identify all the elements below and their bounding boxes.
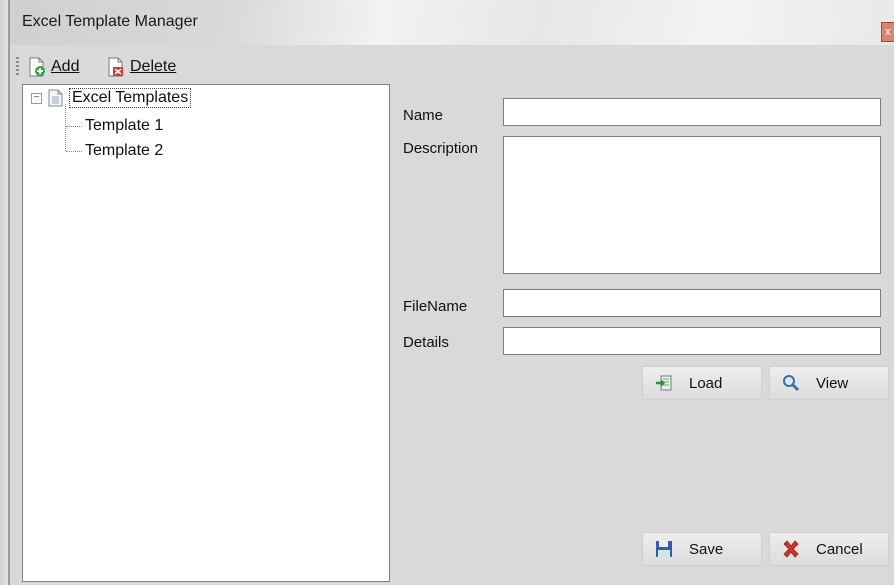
description-field[interactable] <box>503 136 881 274</box>
filename-label: FileName <box>403 298 468 315</box>
window-title: Excel Template Manager <box>22 13 198 30</box>
cancel-button-label: Cancel <box>816 540 863 558</box>
delete-document-icon <box>108 57 123 77</box>
details-label: Details <box>403 334 449 351</box>
tree-connector <box>66 151 82 152</box>
filename-field[interactable] <box>503 289 881 317</box>
add-document-icon <box>29 57 45 77</box>
collapse-toggle[interactable]: − <box>31 92 42 104</box>
delete-button-label: Delete <box>130 58 177 75</box>
tree-root-node[interactable]: − Excel Templates <box>31 88 192 108</box>
name-label: Name <box>403 107 444 124</box>
magnifier-icon <box>783 375 800 392</box>
delete-button[interactable]: Delete <box>107 56 176 78</box>
window-border <box>8 0 10 585</box>
window-left-edge <box>0 0 8 585</box>
title-bar: Excel Template Manager x <box>10 0 894 45</box>
tree-item-template-2[interactable]: Template 2 <box>85 142 163 160</box>
add-button[interactable]: Add <box>28 56 79 78</box>
load-button[interactable]: Load <box>642 366 762 400</box>
cancel-button[interactable]: Cancel <box>769 532 889 566</box>
name-field[interactable] <box>503 98 881 126</box>
floppy-disk-icon <box>656 541 672 557</box>
tree-item-template-1[interactable]: Template 1 <box>85 117 163 135</box>
add-button-label: Add <box>51 58 80 75</box>
close-button[interactable]: x <box>881 22 894 42</box>
details-field[interactable] <box>503 327 881 355</box>
template-tree[interactable]: − Excel Templates Template 1 Template 2 <box>22 84 390 582</box>
tree-connector <box>66 126 82 127</box>
tree-connector <box>65 104 66 151</box>
view-button-label: View <box>816 374 849 392</box>
cancel-x-icon <box>783 540 799 558</box>
load-icon <box>656 375 672 391</box>
document-icon <box>48 89 63 107</box>
view-button[interactable]: View <box>769 366 889 400</box>
toolbar-grip[interactable] <box>16 57 19 77</box>
toolbar: Add Delete <box>10 52 410 82</box>
description-label: Description <box>403 140 479 157</box>
save-button-label: Save <box>689 540 724 558</box>
load-button-label: Load <box>689 374 723 392</box>
save-button[interactable]: Save <box>642 532 762 566</box>
tree-root-label: Excel Templates <box>69 88 192 108</box>
